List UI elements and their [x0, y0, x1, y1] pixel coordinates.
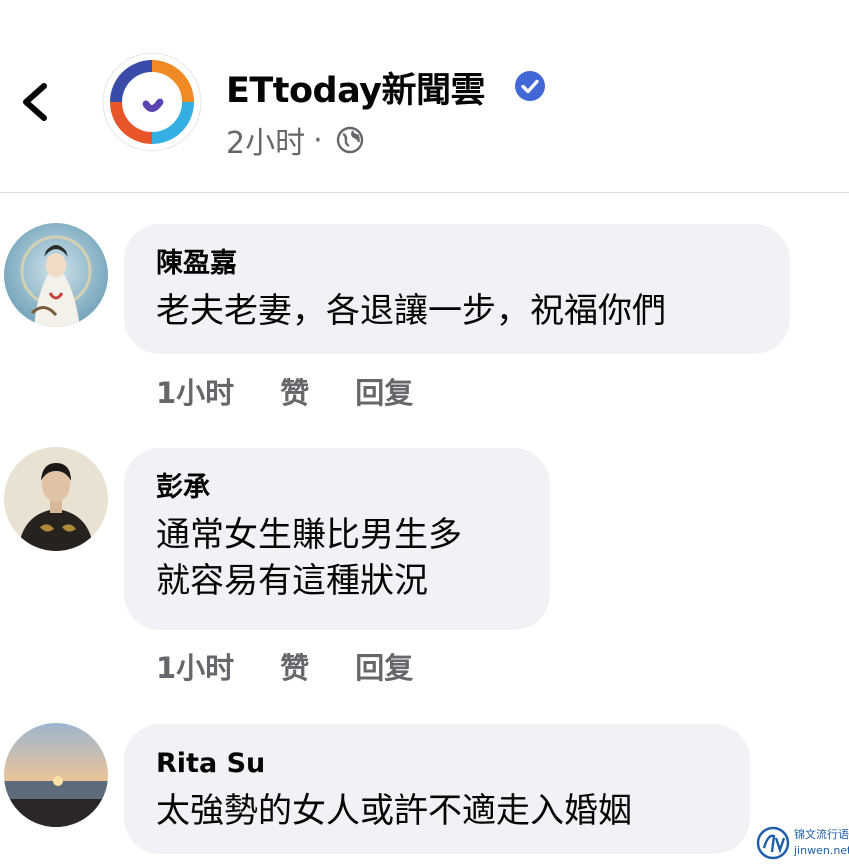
reply-button[interactable]: 回复 — [355, 370, 413, 412]
avatar[interactable] — [4, 723, 108, 827]
reply-button[interactable]: 回复 — [355, 645, 413, 687]
comment-bubble[interactable]: Rita Su 太強勢的女人或許不適走入婚姻 — [124, 724, 750, 854]
watermark-line2: jinwen.net — [794, 844, 849, 857]
comment-author[interactable]: 彭承 — [156, 470, 518, 506]
comment-line: 老夫老妻，各退讓一步，祝福你們 — [156, 291, 666, 331]
comment-line: 通常女生賺比男生多 — [156, 515, 462, 555]
page-avatar[interactable] — [102, 52, 202, 152]
meta-separator: · — [313, 122, 323, 158]
like-button[interactable]: 赞 — [280, 645, 309, 687]
comment-line: 太強勢的女人或許不適走入婚姻 — [156, 791, 632, 831]
comment-line: 就容易有這種狀況 — [156, 561, 428, 601]
post-meta: 2小时 · — [226, 118, 365, 162]
like-button[interactable]: 赞 — [280, 370, 309, 412]
watermark-line1: 锦文流行语 — [794, 828, 849, 841]
watermark: 锦文流行语 jinwen.net — [756, 824, 849, 864]
jinwen-logo-icon — [756, 826, 790, 860]
chevron-left-icon — [23, 83, 47, 121]
verified-badge-icon — [514, 70, 546, 102]
page-name[interactable]: ETtoday新聞雲 — [226, 62, 485, 113]
comment-actions: 1小时 赞 回复 — [156, 370, 413, 412]
comment-author[interactable]: Rita Su — [156, 746, 718, 782]
comment-actions: 1小时 赞 回复 — [156, 645, 413, 687]
back-button[interactable] — [14, 80, 58, 124]
sunset-beach-avatar-icon — [4, 723, 108, 827]
comment-text: 老夫老妻，各退讓一步，祝福你們 — [156, 288, 758, 334]
comment-bubble[interactable]: 彭承 通常女生賺比男生多 就容易有這種狀況 — [124, 448, 550, 630]
post-time[interactable]: 2小时 — [226, 118, 305, 162]
man-portrait-avatar-icon — [4, 447, 108, 551]
globe-icon — [336, 126, 363, 154]
ettoday-logo-icon — [102, 52, 202, 152]
comment-text: 通常女生賺比男生多 就容易有這種狀況 — [156, 512, 518, 604]
avatar[interactable] — [4, 447, 108, 551]
guanyin-avatar-icon — [4, 223, 108, 327]
comment-author[interactable]: 陳盈嘉 — [156, 246, 758, 282]
header-divider — [0, 192, 849, 193]
comment-bubble[interactable]: 陳盈嘉 老夫老妻，各退讓一步，祝福你們 — [124, 224, 790, 354]
comment-time[interactable]: 1小时 — [156, 645, 234, 687]
avatar[interactable] — [4, 223, 108, 327]
comment-text: 太強勢的女人或許不適走入婚姻 — [156, 788, 718, 834]
comment-time[interactable]: 1小时 — [156, 370, 234, 412]
